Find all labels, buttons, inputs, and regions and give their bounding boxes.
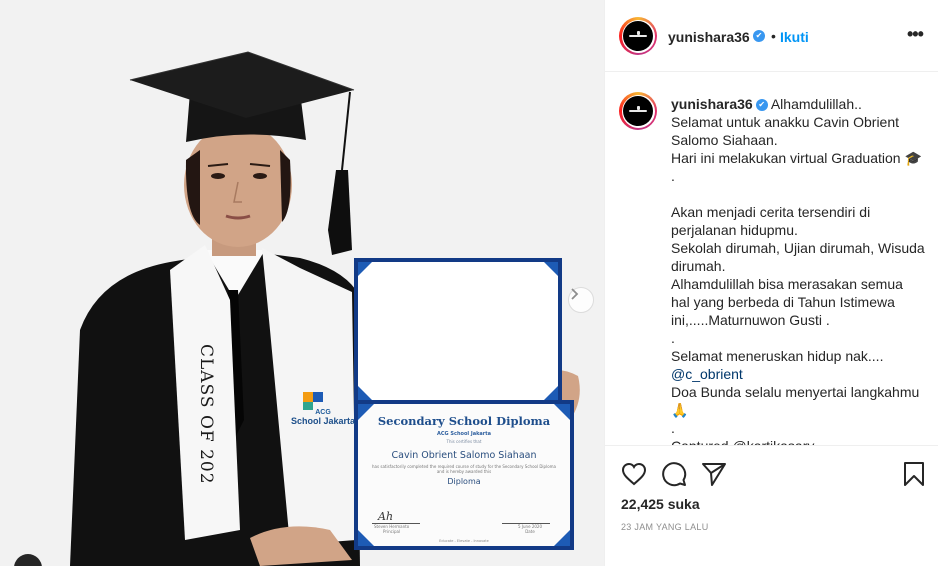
caption-line: Doa Bunda selalu menyertai langkahmu 🙏 [671,384,924,418]
caption-area: yunishara36 ✔ Alhamdulillah.. Selamat unt… [605,72,938,446]
caption-avatar[interactable] [619,92,657,130]
post-sidebar: yunishara36 ✔ • Ikuti ••• yunishara36 ✔ A… [604,0,938,566]
signer-role: Principal [383,529,401,534]
caption-line: . [671,420,675,436]
post-actions: 22,425 suka 23 JAM YANG LALU [605,446,938,566]
date-caption: Date [525,529,535,534]
caption-line [671,185,925,203]
post-timestamp[interactable]: 23 JAM YANG LALU [621,522,709,532]
verified-badge-icon: ✔ [755,99,768,112]
scarf-logo: ACG School Jakarta [283,387,363,426]
diploma-body-text: has satisfactorily completed the require… [372,464,556,474]
diploma-certificate: Secondary School Diploma ACG School Jaka… [356,402,572,548]
likes-count[interactable]: 22,425 suka [621,496,700,512]
caption-text: yunishara36 ✔ Alhamdulillah.. Selamat unt… [671,95,929,446]
logo-school-text: School Jakarta [290,416,356,426]
caption-line: Hari ini melakukan virtual Graduation 🎓 … [671,150,926,184]
verified-badge-icon: ✔ [753,30,765,42]
next-photo-button[interactable] [568,287,594,313]
bookmark-icon[interactable] [903,461,925,487]
comment-icon[interactable] [661,461,687,487]
diploma-school: ACG School Jakarta [437,431,491,437]
chevron-right-icon [571,288,579,300]
header-username[interactable]: yunishara36 [668,29,750,45]
avatar[interactable] [619,17,657,55]
caption-line: yunishara36 ✔ Alhamdulillah.. [671,95,925,113]
more-options-icon[interactable]: ••• [907,24,924,45]
caption-line: Akan menjadi cerita tersendiri di perjal… [671,204,875,238]
diploma-signature: Ah [378,510,394,523]
follow-button[interactable]: Ikuti [780,29,809,45]
caption-line: . [671,330,675,346]
logo-acg-text: ACG [315,409,331,416]
caption-line: Sekolah dirumah, Ujian dirumah, Wisuda d… [671,240,929,274]
diploma-subtitle: This certifies that [446,439,482,444]
date-label: 5 June 2020 Date [518,524,542,534]
caption-line: Selamat meneruskan hidup nak.... [671,348,884,364]
separator-dot: • [771,28,776,44]
caption-line: Selamat untuk anakku Cavin Obrient Salom… [671,114,903,148]
post-header: yunishara36 ✔ • Ikuti ••• [605,0,938,72]
caption-line: Captured @kartikasary [671,438,815,446]
mention-link[interactable]: @c_obrient [671,365,925,383]
caption-username[interactable]: yunishara36 [671,96,753,112]
diploma-footer: Educate - Elevate - Innovate [439,539,489,543]
diploma-student-name: Cavin Obrient Salomo Siahaan [391,450,537,461]
heart-icon[interactable] [621,462,647,486]
signer-label: Steven Hermanto Principal [374,524,409,534]
scarf-class-text: CLASS OF 202 [196,344,216,485]
caption-line-text: Alhamdulillah.. [770,96,862,112]
diploma-title: Secondary School Diploma [377,414,551,428]
diploma-award: Diploma [447,477,481,486]
caption-line: Alhamdulillah bisa merasakan semua hal y… [671,276,907,328]
post-photo[interactable]: CLASS OF 202 ACG School Jakarta Secondar… [0,0,604,566]
share-icon[interactable] [701,461,727,487]
